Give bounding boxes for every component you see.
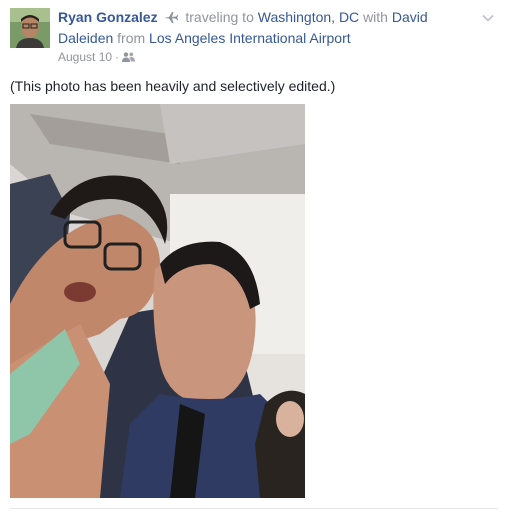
airplane-icon: [163, 9, 179, 23]
feed-post: Ryan Gonzalez traveling to Washington, D…: [0, 0, 508, 516]
author-name-link[interactable]: Ryan Gonzalez: [58, 9, 158, 25]
post-meta: August 10 ·: [58, 49, 136, 65]
origin-link[interactable]: Los Angeles International Airport: [149, 30, 351, 46]
post-photo[interactable]: [10, 104, 305, 498]
activity-text: traveling to: [185, 9, 254, 25]
friends-icon[interactable]: [122, 50, 136, 62]
author-avatar[interactable]: [10, 8, 50, 48]
post-header: Ryan Gonzalez traveling to Washington, D…: [58, 7, 458, 49]
with-text: with: [363, 9, 388, 25]
meta-separator: ·: [115, 50, 120, 64]
from-text: from: [117, 30, 146, 46]
chevron-down-icon[interactable]: [482, 10, 494, 22]
post-divider: [10, 508, 498, 509]
post-caption: (This photo has been heavily and selecti…: [10, 78, 336, 94]
destination-link[interactable]: Washington, DC: [258, 9, 359, 25]
post-date-link[interactable]: August 10: [58, 50, 112, 64]
